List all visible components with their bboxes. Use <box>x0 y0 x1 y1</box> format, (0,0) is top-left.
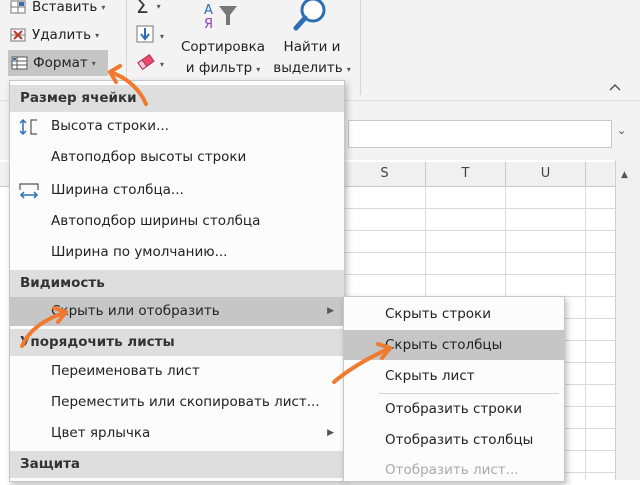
insert-cells-icon <box>10 0 28 15</box>
autosum-button[interactable]: Σ ▾ <box>136 0 161 18</box>
menu-item-autofit-row-height[interactable]: Автоподбор высоты строки <box>10 143 344 172</box>
find-select-label-2: выделить <box>273 60 343 76</box>
sort-filter-label-1: Сортировка <box>180 39 266 55</box>
row-height-icon <box>18 118 38 136</box>
grid-line <box>340 252 640 253</box>
svg-text:А: А <box>204 3 213 18</box>
fill-button[interactable]: ▾ <box>136 25 165 47</box>
format-cells-icon <box>11 55 29 71</box>
format-dropdown-menu: Размер ячейки Высота строки... Автоподбо… <box>9 80 345 482</box>
menu-item-label: Переименовать лист <box>51 363 200 379</box>
submenu-item-label: Отобразить лист... <box>385 462 519 478</box>
menu-item-label: Высота строки... <box>51 118 169 134</box>
submenu-item-hide-rows[interactable]: Скрыть строки <box>344 299 564 329</box>
menu-item-label: Цвет ярлычка <box>51 425 151 441</box>
submenu-item-unhide-columns[interactable]: Отобразить столбцы <box>344 425 564 455</box>
sigma-icon: Σ <box>136 0 149 18</box>
sort-filter-icon: АЯ <box>202 0 242 34</box>
find-select-button[interactable]: Найти и выделить ▾ <box>270 0 354 82</box>
delete-button[interactable]: Удалить ▾ <box>10 24 99 46</box>
formula-input[interactable] <box>348 120 612 148</box>
column-header-t[interactable]: T <box>426 162 506 186</box>
menu-item-tab-color[interactable]: Цвет ярлычка ▶ <box>10 419 344 448</box>
clear-button[interactable]: ▾ <box>136 54 164 74</box>
vertical-scrollbar[interactable] <box>615 160 640 480</box>
delete-cells-icon <box>10 27 28 43</box>
menu-item-rename-sheet[interactable]: Переименовать лист <box>10 357 344 386</box>
submenu-arrow-icon: ▶ <box>327 306 334 316</box>
chevron-down-icon[interactable]: ⌄ <box>617 124 626 137</box>
section-cell-size: Размер ячейки <box>10 85 344 112</box>
menu-item-label: Автоподбор высоты строки <box>51 149 247 165</box>
sort-filter-button[interactable]: АЯ Сортировка и фильтр ▾ <box>178 0 268 82</box>
menu-item-label: Скрыть или отобразить <box>51 303 220 319</box>
find-select-label-1: Найти и <box>283 39 341 55</box>
chevron-down-icon: ▾ <box>346 65 351 74</box>
submenu-item-hide-columns[interactable]: Скрыть столбцы <box>344 330 564 360</box>
submenu-item-label: Скрыть строки <box>385 306 491 322</box>
column-header-u[interactable]: U <box>506 162 586 186</box>
chevron-down-icon: ▾ <box>95 30 100 40</box>
chevron-down-icon: ▾ <box>160 31 165 41</box>
chevron-down-icon: ▾ <box>91 58 96 68</box>
insert-label: Вставить <box>32 0 98 15</box>
submenu-item-unhide-rows[interactable]: Отобразить строки <box>344 394 564 424</box>
find-select-label-2-wrap: выделить ▾ <box>270 58 354 80</box>
insert-button[interactable]: Вставить ▾ <box>10 0 105 18</box>
scroll-up-icon[interactable]: ▲ <box>621 170 628 180</box>
menu-item-label: Переместить или скопировать лист... <box>51 394 320 410</box>
fill-down-icon <box>136 25 154 47</box>
format-label: Формат <box>33 55 88 71</box>
magnifier-icon <box>292 0 332 38</box>
menu-item-label: Ширина по умолчанию... <box>51 244 228 260</box>
submenu-item-label: Скрыть лист <box>385 368 475 384</box>
ribbon-separator <box>360 0 361 95</box>
grid-line <box>340 230 640 231</box>
column-header-s[interactable]: S <box>344 162 426 186</box>
submenu-item-label: Отобразить строки <box>385 401 523 417</box>
menu-item-default-width[interactable]: Ширина по умолчанию... <box>10 238 344 267</box>
sort-filter-label-2: и фильтр <box>185 60 253 76</box>
hide-unhide-submenu: Скрыть строки Скрыть столбцы Скрыть лист… <box>343 296 565 482</box>
menu-item-row-height[interactable]: Высота строки... <box>10 112 344 141</box>
eraser-icon <box>136 53 156 75</box>
chevron-down-icon: ▾ <box>156 1 161 11</box>
submenu-item-label: Скрыть столбцы <box>385 337 503 353</box>
submenu-item-hide-sheet[interactable]: Скрыть лист <box>344 361 564 391</box>
grid-line <box>340 208 640 209</box>
chevron-down-icon: ▾ <box>160 59 165 69</box>
collapse-ribbon-icon[interactable] <box>608 80 622 94</box>
submenu-arrow-icon: ▶ <box>327 428 334 438</box>
submenu-item-unhide-sheet: Отобразить лист... <box>344 455 564 485</box>
menu-item-label: Автоподбор ширины столбца <box>51 213 261 229</box>
section-organize-sheets: Упорядочить листы <box>10 329 344 356</box>
delete-label: Удалить <box>32 27 92 43</box>
menu-item-move-copy-sheet[interactable]: Переместить или скопировать лист... <box>10 388 344 417</box>
format-button[interactable]: Формат ▾ <box>8 50 108 76</box>
chevron-down-icon: ▾ <box>256 65 261 74</box>
menu-item-hide-unhide[interactable]: Скрыть или отобразить ▶ <box>10 297 344 326</box>
section-protection: Защита <box>10 451 344 478</box>
menu-item-autofit-column-width[interactable]: Автоподбор ширины столбца <box>10 207 344 236</box>
section-visibility: Видимость <box>10 270 344 297</box>
chevron-down-icon: ▾ <box>101 2 106 12</box>
grid-line <box>340 274 640 275</box>
sort-filter-label-2-wrap: и фильтр ▾ <box>178 58 268 80</box>
menu-item-column-width[interactable]: Ширина столбца... <box>10 176 344 205</box>
menu-item-label: Ширина столбца... <box>51 182 184 198</box>
column-width-icon <box>18 182 39 200</box>
submenu-item-label: Отобразить столбцы <box>385 432 534 448</box>
svg-text:Я: Я <box>204 17 213 30</box>
